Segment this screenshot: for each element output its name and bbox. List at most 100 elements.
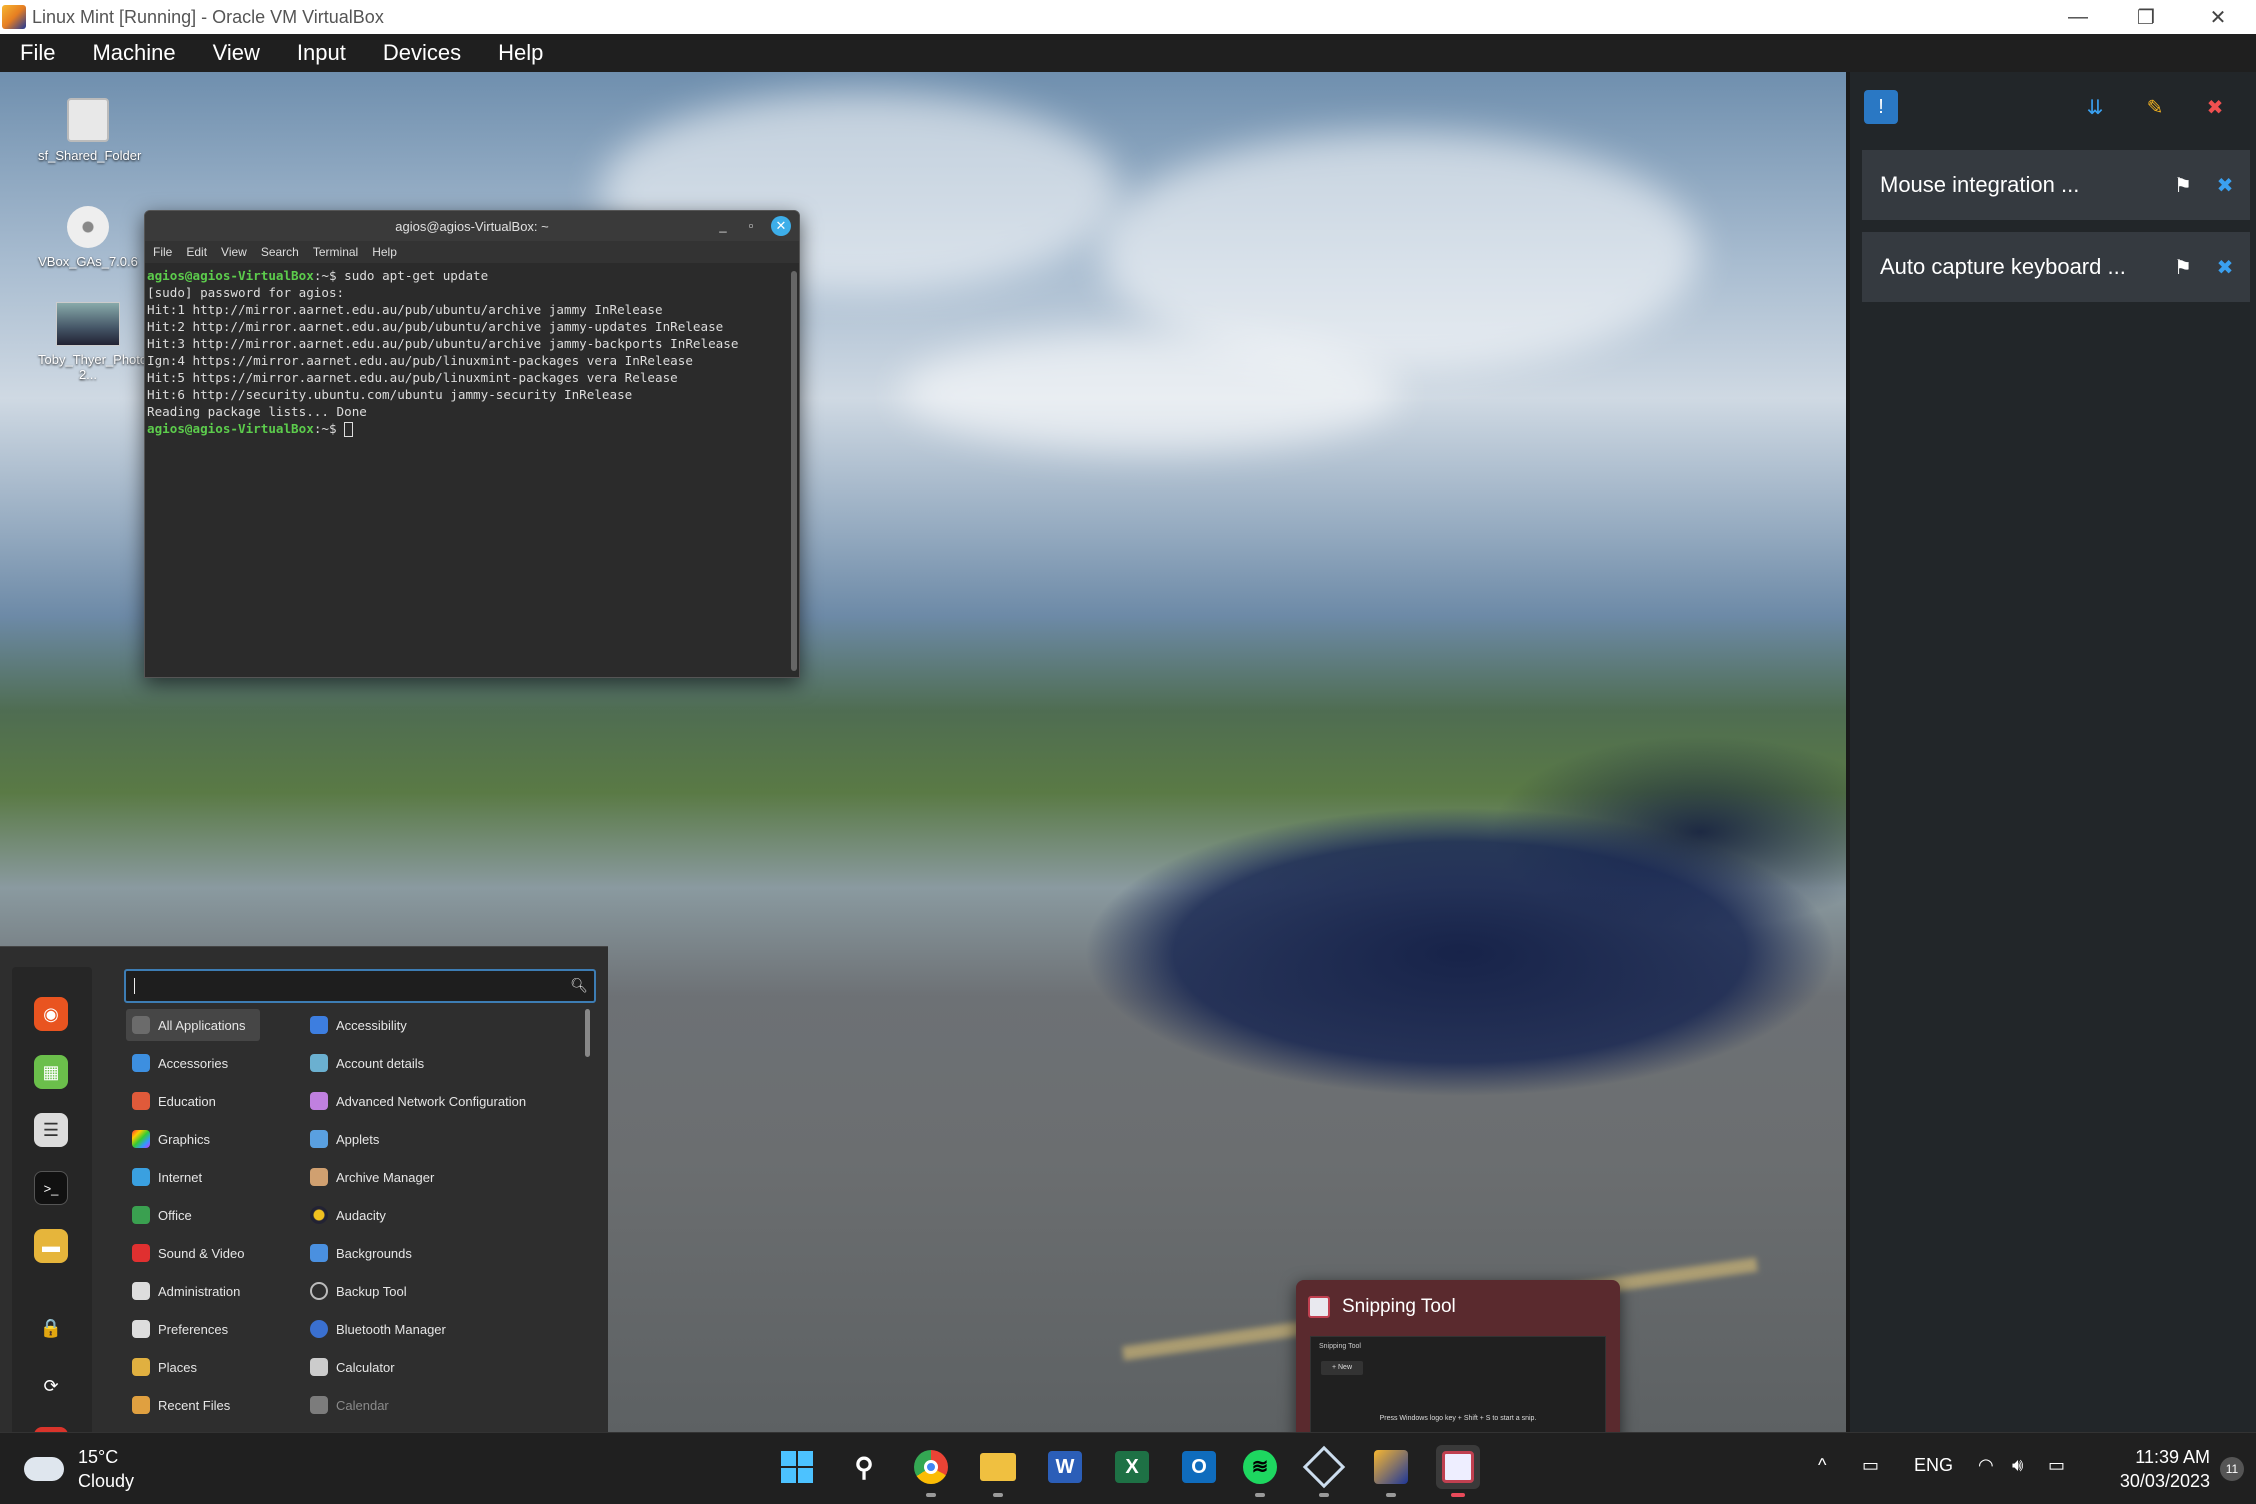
terminal-title-bar[interactable]: agios@agios-VirtualBox: ~ _ ▫ ✕: [145, 211, 799, 241]
menu-search-input[interactable]: 🔍︎: [124, 969, 596, 1003]
notification-close-icon[interactable]: ✖: [2212, 172, 2238, 198]
category-accessories[interactable]: Accessories: [126, 1047, 260, 1079]
category-recent-files[interactable]: Recent Files: [126, 1389, 260, 1421]
terminal-scrollbar[interactable]: [791, 271, 797, 671]
app-backgrounds[interactable]: Backgrounds: [304, 1237, 594, 1269]
menu-help[interactable]: Help: [478, 40, 560, 66]
terminal-menu-view[interactable]: View: [213, 245, 253, 259]
notification-text: Auto capture keyboard ...: [1880, 254, 2126, 279]
menu-machine[interactable]: Machine: [72, 40, 192, 66]
desktop-icon-vbox-gas[interactable]: VBox_GAs_7.0.6: [38, 206, 138, 269]
menu-scrollbar[interactable]: [585, 1009, 590, 1057]
app-account-details[interactable]: Account details: [304, 1047, 594, 1079]
notification-auto-capture-keyboard[interactable]: Auto capture keyboard ... ⚑ ✖: [1862, 232, 2250, 302]
snipping-tool-preview[interactable]: Snipping Tool Snipping Tool + New Press …: [1296, 1280, 1620, 1432]
desktop-icon-label: sf_Shared_Folder: [38, 148, 142, 163]
menu-view[interactable]: View: [193, 40, 277, 66]
word-icon[interactable]: W: [1043, 1445, 1087, 1489]
notification-info-icon[interactable]: ⚑: [2170, 254, 2196, 280]
outlook-icon[interactable]: O: [1177, 1445, 1221, 1489]
account-icon: [310, 1054, 328, 1072]
keep-notifications-icon[interactable]: ✎: [2138, 90, 2172, 124]
close-button[interactable]: ✕: [2188, 0, 2248, 34]
cloud-icon: [24, 1457, 64, 1481]
clock-date: 30/03/2023: [2119, 1471, 2210, 1491]
terminal-input-line[interactable]: agios@agios-VirtualBox:~$: [147, 420, 797, 437]
dismiss-all-icon[interactable]: ✖: [2198, 90, 2232, 124]
app-advanced-network-configuration[interactable]: Advanced Network Configuration: [304, 1085, 594, 1117]
menu-devices[interactable]: Devices: [363, 40, 478, 66]
notification-info-icon[interactable]: ⚑: [2170, 172, 2196, 198]
start-button[interactable]: [775, 1445, 819, 1489]
notification-mouse-integration[interactable]: Mouse integration ... ⚑ ✖: [1862, 150, 2250, 220]
lock-icon[interactable]: 🔒: [34, 1311, 68, 1345]
language-indicator[interactable]: ENG: [1914, 1455, 1953, 1476]
volume-icon[interactable]: 🔊︎: [2012, 1455, 2023, 1476]
window-title: Linux Mint [Running] - Oracle VM Virtual…: [32, 6, 384, 27]
app-calculator[interactable]: Calculator: [304, 1351, 594, 1383]
terminal-menu-search[interactable]: Search: [253, 245, 305, 259]
weather-widget[interactable]: 15°C Cloudy: [24, 1445, 134, 1493]
category-internet[interactable]: Internet: [126, 1161, 260, 1193]
file-explorer-icon[interactable]: [976, 1445, 1020, 1497]
category-office[interactable]: Office: [126, 1199, 260, 1231]
terminal-menu-edit[interactable]: Edit: [178, 245, 213, 259]
snipping-tool-taskbar-icon[interactable]: [1436, 1445, 1480, 1497]
category-administration[interactable]: Administration: [126, 1275, 260, 1307]
firefox-icon[interactable]: ◉: [34, 997, 68, 1031]
terminal-minimize-button[interactable]: _: [713, 216, 733, 236]
terminal-line: Hit:5 https://mirror.aarnet.edu.au/pub/l…: [147, 370, 678, 385]
system-settings-icon[interactable]: ☰: [34, 1113, 68, 1147]
terminal-menu-file[interactable]: File: [145, 245, 178, 259]
desktop-icon-photo[interactable]: Toby_Thyer_Photographer-2...: [38, 302, 196, 382]
app-archive-manager[interactable]: Archive Manager: [304, 1161, 594, 1193]
app-calendar[interactable]: Calendar: [304, 1389, 594, 1421]
app-accessibility[interactable]: Accessibility: [304, 1009, 594, 1041]
guest-desktop[interactable]: sf_Shared_Folder VBox_GAs_7.0.6 Toby_Thy…: [0, 72, 1846, 1432]
restore-button[interactable]: ❐: [2116, 0, 2176, 34]
app-backup-tool[interactable]: Backup Tool: [304, 1275, 594, 1307]
spotify-icon[interactable]: ≋: [1238, 1445, 1282, 1497]
app-label: Calendar: [336, 1397, 389, 1413]
terminal-maximize-button[interactable]: ▫: [741, 216, 761, 236]
terminal-icon[interactable]: >_: [34, 1171, 68, 1205]
show-hidden-icons-chevron[interactable]: ^: [1818, 1455, 1826, 1476]
category-graphics[interactable]: Graphics: [126, 1123, 260, 1155]
files-icon[interactable]: ▬: [34, 1229, 68, 1263]
category-sound-video[interactable]: Sound & Video: [126, 1237, 260, 1269]
app-audacity[interactable]: Audacity: [304, 1199, 594, 1231]
app-bluetooth-manager[interactable]: Bluetooth Manager: [304, 1313, 594, 1345]
terminal-menu-terminal[interactable]: Terminal: [305, 245, 364, 259]
display-icon[interactable]: ▭: [1862, 1455, 1879, 1476]
terminal-menu-help[interactable]: Help: [364, 245, 403, 259]
snipping-preview-thumbnail[interactable]: Snipping Tool + New Press Windows logo k…: [1310, 1336, 1606, 1432]
category-places[interactable]: Places: [126, 1351, 260, 1383]
chrome-icon[interactable]: [909, 1445, 953, 1497]
terminal-output[interactable]: agios@agios-VirtualBox:~$ sudo apt-get u…: [145, 263, 799, 441]
software-manager-icon[interactable]: ▦: [34, 1055, 68, 1089]
excel-icon[interactable]: X: [1110, 1445, 1154, 1489]
app-label: Bluetooth Manager: [336, 1321, 446, 1337]
minimize-button[interactable]: —: [2048, 0, 2108, 34]
notification-center-icon[interactable]: !: [1864, 90, 1898, 124]
search-icon[interactable]: ⚲: [842, 1445, 886, 1489]
image-thumbnail: [56, 302, 120, 346]
category-all-applications[interactable]: All Applications: [126, 1009, 260, 1041]
virtualbox-vm-icon[interactable]: [1369, 1445, 1413, 1497]
terminal-window[interactable]: agios@agios-VirtualBox: ~ _ ▫ ✕ File Edi…: [144, 210, 800, 678]
category-education[interactable]: Education: [126, 1085, 260, 1117]
app-applets[interactable]: Applets: [304, 1123, 594, 1155]
notification-close-icon[interactable]: ✖: [2212, 254, 2238, 280]
logout-icon[interactable]: ⟳: [34, 1369, 68, 1403]
virtualbox-cube-icon[interactable]: [1302, 1445, 1346, 1497]
battery-icon[interactable]: ▭: [2048, 1455, 2065, 1476]
wifi-icon[interactable]: ◠: [1978, 1455, 1994, 1476]
system-clock[interactable]: 11:39 AM 30/03/2023: [2120, 1445, 2210, 1493]
terminal-close-button[interactable]: ✕: [771, 216, 791, 236]
category-preferences[interactable]: Preferences: [126, 1313, 260, 1345]
menu-file[interactable]: File: [0, 40, 72, 66]
menu-input[interactable]: Input: [277, 40, 363, 66]
sort-icon[interactable]: ⇊: [2078, 90, 2112, 124]
desktop-icon-shared-folder[interactable]: sf_Shared_Folder: [38, 98, 142, 163]
notification-badge[interactable]: 11: [2220, 1457, 2244, 1481]
